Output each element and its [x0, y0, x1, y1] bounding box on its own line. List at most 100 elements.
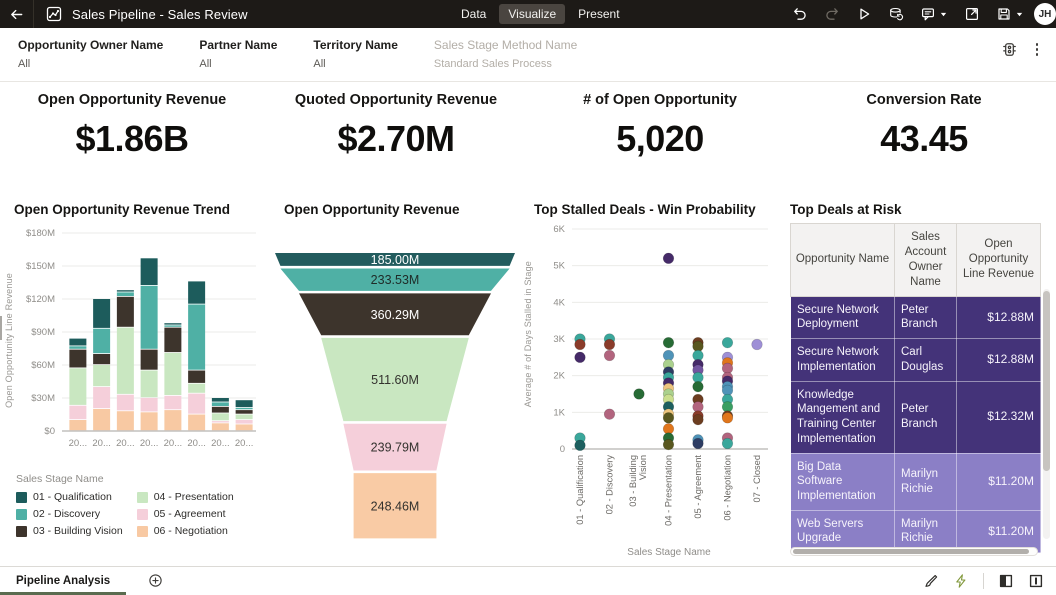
horizontal-scrollbar[interactable]: [790, 547, 1038, 556]
legend-item[interactable]: 05 - Agreement: [137, 508, 234, 520]
legend-item[interactable]: 02 - Discovery: [16, 508, 123, 520]
app-root: Sales Pipeline - Sales Review DataVisual…: [0, 0, 1056, 594]
risk-table[interactable]: Opportunity NameSales Account Owner Name…: [790, 223, 1041, 553]
legend-item[interactable]: 04 - Presentation: [137, 491, 234, 503]
page-tab-label: Pipeline Analysis: [16, 575, 110, 587]
filter-opportunity-owner-name[interactable]: Opportunity Owner Name All: [18, 38, 163, 70]
svg-text:06 - Negotiation: 06 - Negotiation: [723, 455, 733, 521]
risk-table-panel: Top Deals at Risk Opportunity NameSales …: [780, 195, 1056, 566]
charts-row: Open Opportunity Revenue Trend Open Oppo…: [0, 195, 1056, 566]
kpi-conversion-rate[interactable]: Conversion Rate 43.45: [792, 84, 1056, 189]
svg-text:$150M: $150M: [26, 261, 55, 272]
kpi-value: $2.70M: [264, 118, 528, 160]
svg-text:20...: 20...: [235, 438, 254, 449]
risk-table-wrap: Opportunity NameSales Account Owner Name…: [790, 223, 1050, 545]
svg-text:20...: 20...: [164, 438, 183, 449]
cell-revenue: $12.32M: [957, 381, 1041, 453]
kpi-quoted-opportunity-revenue[interactable]: Quoted Opportunity Revenue $2.70M: [264, 84, 528, 189]
svg-text:20...: 20...: [140, 438, 159, 449]
legend-item[interactable]: 01 - Qualification: [16, 491, 123, 503]
kpi-row: Open Opportunity Revenue $1.86BQuoted Op…: [0, 84, 1056, 189]
svg-text:248.46M: 248.46M: [371, 499, 420, 513]
back-button[interactable]: [0, 0, 34, 28]
bar-chart-y-axis-label: Open Opportunity Line Revenue: [4, 273, 14, 408]
cell-owner-name: Carl Douglas: [895, 339, 957, 381]
page-tab-pipeline-analysis[interactable]: Pipeline Analysis: [12, 567, 126, 595]
svg-text:Sales Stage Name: Sales Stage Name: [627, 547, 711, 558]
einstein-bolt-icon[interactable]: [953, 573, 969, 589]
add-page-icon[interactable]: [148, 573, 163, 588]
table-header-cell[interactable]: Open Opportunity Line Revenue: [957, 224, 1041, 297]
analytics-dashboard-icon: [46, 6, 62, 22]
tab-present[interactable]: Present: [569, 4, 628, 24]
layout-left-icon[interactable]: [998, 573, 1014, 589]
filter-label: Partner Name: [199, 38, 277, 52]
legend-label: 06 - Negotiation: [154, 525, 228, 537]
kpi-value: 5,020: [528, 118, 792, 160]
tab-visualize[interactable]: Visualize: [499, 4, 565, 24]
brush-icon[interactable]: [923, 573, 939, 589]
filter-partner-name[interactable]: Partner Name All: [199, 38, 277, 70]
cell-opportunity-name: Knowledge Mangement and Training Center …: [791, 381, 895, 453]
view-mode-tabs: DataVisualizePresent: [452, 0, 629, 28]
table-row[interactable]: Secure Network Implementation Carl Dougl…: [791, 339, 1041, 381]
kpi--of-open-opportunity[interactable]: # of Open Opportunity 5,020: [528, 84, 792, 189]
undo-icon[interactable]: [792, 6, 808, 22]
kpi-value: $1.86B: [0, 118, 264, 160]
more-vertical-icon[interactable]: [1034, 41, 1041, 58]
tab-data[interactable]: Data: [452, 4, 495, 24]
scatter-chart-title: Top Stalled Deals - Win Probability: [534, 202, 780, 217]
table-row[interactable]: Knowledge Mangement and Training Center …: [791, 381, 1041, 453]
run-icon[interactable]: [856, 6, 872, 22]
topbar: Sales Pipeline - Sales Review DataVisual…: [0, 0, 1056, 28]
svg-text:233.53M: 233.53M: [371, 273, 420, 287]
toolbar: [792, 6, 1032, 22]
scatter-y-axis-label: Average # of Days Stalled in Stage: [523, 261, 533, 407]
filter-territory-name[interactable]: Territory Name All: [313, 38, 397, 70]
filter-value: All: [199, 58, 277, 70]
avatar[interactable]: JH: [1034, 3, 1056, 25]
bar-chart-legend: Sales Stage Name 01 - Qualification 02 - …: [16, 473, 270, 537]
kpi-open-opportunity-revenue[interactable]: Open Opportunity Revenue $1.86B: [0, 84, 264, 189]
kpi-title: Open Opportunity Revenue: [0, 92, 264, 108]
legend-title: Sales Stage Name: [16, 473, 270, 485]
svg-text:$0: $0: [44, 426, 55, 437]
funnel-chart[interactable]: 185.00M233.53M360.29M511.60M239.79M248.4…: [270, 247, 520, 549]
legend-swatch: [16, 526, 27, 537]
kpi-value: 43.45: [792, 118, 1056, 160]
footer-divider: [983, 573, 984, 589]
layout-center-icon[interactable]: [1028, 573, 1044, 589]
legend-item[interactable]: 06 - Negotiation: [137, 525, 234, 537]
save-icon[interactable]: [996, 6, 1024, 22]
table-header-cell[interactable]: Opportunity Name: [791, 224, 895, 297]
risk-table-title: Top Deals at Risk: [790, 202, 1056, 217]
table-header-cell[interactable]: Sales Account Owner Name: [895, 224, 957, 297]
legend-item[interactable]: 03 - Building Vision: [16, 525, 123, 537]
dataset-refresh-icon[interactable]: [888, 6, 904, 22]
svg-text:4K: 4K: [553, 297, 565, 308]
bar-chart-title: Open Opportunity Revenue Trend: [14, 202, 270, 217]
comment-icon[interactable]: [920, 6, 948, 22]
svg-text:3K: 3K: [553, 334, 565, 345]
svg-text:$30M: $30M: [31, 393, 55, 404]
legend-swatch: [137, 526, 148, 537]
table-row[interactable]: Secure Network Deployment Peter Branch $…: [791, 296, 1041, 338]
back-icon: [9, 7, 24, 22]
redo-icon: [824, 6, 840, 22]
stacked-bar-chart[interactable]: $0$30M$60M$90M$120M$150M$180M20...20...2…: [2, 219, 264, 467]
scatter-chart[interactable]: 01K2K3K4K5K6K01 - Qualification02 - Disc…: [520, 219, 780, 561]
cell-opportunity-name: Secure Network Deployment: [791, 296, 895, 338]
svg-text:239.79M: 239.79M: [371, 441, 420, 455]
svg-text:$90M: $90M: [31, 327, 55, 338]
svg-text:185.00M: 185.00M: [371, 253, 420, 267]
svg-text:20...: 20...: [116, 438, 135, 449]
table-row[interactable]: Big Data Software Implementation Marilyn…: [791, 453, 1041, 510]
open-window-icon[interactable]: [964, 6, 980, 22]
svg-text:511.60M: 511.60M: [371, 373, 419, 387]
scatter-chart-panel: Top Stalled Deals - Win Probability Aver…: [520, 195, 780, 566]
svg-text:$120M: $120M: [26, 294, 55, 305]
left-scroll-indicator[interactable]: [0, 316, 2, 340]
filter-widget-icon[interactable]: [1001, 41, 1018, 58]
svg-text:20...: 20...: [187, 438, 206, 449]
vertical-scrollbar[interactable]: [1043, 289, 1050, 539]
